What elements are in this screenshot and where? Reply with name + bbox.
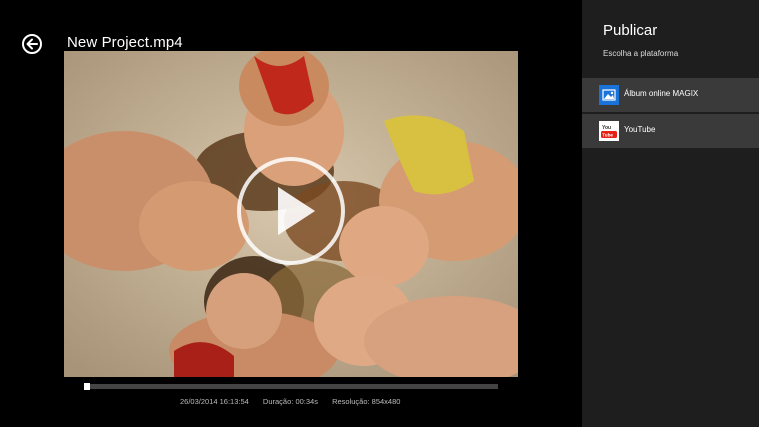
app-area: New Project.mp4 26/03/2014 16:13:54 Dura… [0,0,582,427]
platform-youtube[interactable]: You Tube YouTube [582,114,759,148]
back-button[interactable] [22,34,42,54]
photo-album-icon [599,85,619,105]
platform-magix-album[interactable]: Álbum online MAGIX [582,78,759,112]
publish-flyout: Publicar Escolha a plataforma Álbum onli… [582,0,759,427]
video-preview[interactable] [64,51,518,377]
play-button[interactable] [237,157,345,265]
video-progress-bar[interactable] [84,383,498,390]
progress-thumb[interactable] [84,383,90,390]
flyout-subtitle: Escolha a plataforma [603,49,679,58]
youtube-icon: You Tube [599,121,619,141]
svg-text:You: You [602,125,611,131]
back-arrow-icon [26,38,38,50]
svg-text:Tube: Tube [602,133,613,138]
platform-label: YouTube [624,125,656,134]
play-icon [278,186,316,236]
video-duration: Duração: 00:34s [262,397,318,406]
video-metadata: 26/03/2014 16:13:54 Duração: 00:34s Reso… [180,397,412,406]
platform-label: Álbum online MAGIX [624,89,699,98]
flyout-title: Publicar [603,22,658,39]
video-resolution: Resolução: 854x480 [332,397,401,406]
page-title: New Project.mp4 [67,34,183,51]
video-date: 26/03/2014 16:13:54 [180,397,249,406]
